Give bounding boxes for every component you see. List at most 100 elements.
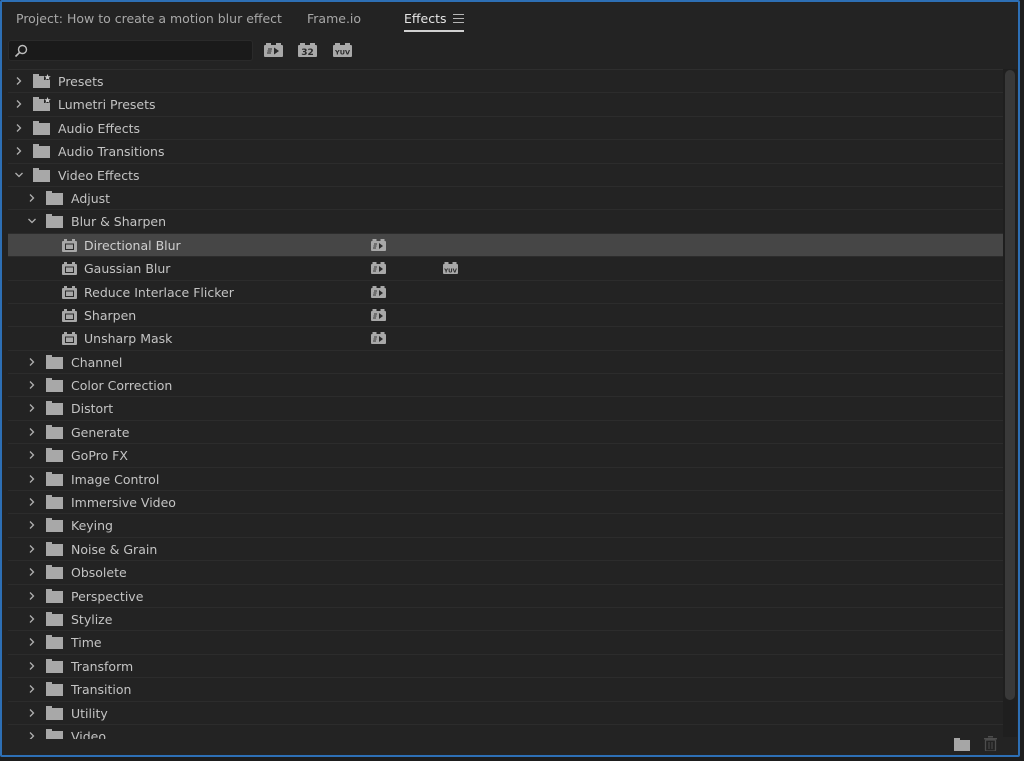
32-bit-icon: 32: [298, 43, 317, 57]
effects-tree: Presets Lumetri Presets Audio Effects Audio…: [8, 69, 1003, 739]
chevron-right-icon[interactable]: [27, 520, 37, 530]
chevron-right-icon[interactable]: [27, 614, 37, 624]
effect-row[interactable]: Directional Blur: [8, 233, 1003, 258]
chevron-right-icon[interactable]: [27, 193, 37, 203]
effect-row[interactable]: Sharpen: [8, 304, 1003, 328]
yuv-effects-filter[interactable]: YUV: [333, 43, 352, 57]
tab-project[interactable]: Project: How to create a motion blur eff…: [16, 11, 282, 26]
folder-row[interactable]: Noise & Grain: [8, 538, 1003, 562]
chevron-right-icon[interactable]: [14, 146, 24, 156]
folder-row[interactable]: Perspective: [8, 585, 1003, 608]
effects-panel: Project: How to create a motion blur eff…: [0, 0, 1020, 757]
chevron-right-icon[interactable]: [27, 450, 37, 460]
chevron-right-icon[interactable]: [14, 99, 24, 109]
folder-icon: [46, 658, 63, 673]
folder-row[interactable]: Immersive Video: [8, 491, 1003, 515]
folder-icon: [46, 705, 63, 720]
effect-row[interactable]: Reduce Interlace Flicker: [8, 281, 1003, 304]
effect-row[interactable]: Gaussian Blur YUV: [8, 257, 1003, 281]
tab-effects[interactable]: Effects: [404, 11, 447, 26]
chevron-right-icon[interactable]: [14, 76, 24, 86]
scrollbar-thumb[interactable]: [1005, 70, 1015, 700]
yuv-icon: YUV: [333, 43, 352, 57]
row-label: Immersive Video: [71, 495, 176, 511]
search-field[interactable]: [8, 40, 253, 62]
folder-icon: [46, 448, 63, 463]
panel-footer: [2, 734, 1018, 755]
chevron-right-icon[interactable]: [27, 380, 37, 390]
chevron-right-icon[interactable]: [27, 567, 37, 577]
folder-icon: [46, 471, 63, 486]
chevron-right-icon[interactable]: [27, 427, 37, 437]
folder-icon: [46, 682, 63, 697]
yuv-badge-text: YUV: [443, 268, 457, 274]
row-label: Perspective: [71, 588, 144, 604]
chevron-right-icon[interactable]: [27, 544, 37, 554]
trash-icon[interactable]: [984, 736, 997, 751]
chevron-right-icon[interactable]: [27, 403, 37, 413]
folder-icon: [46, 378, 63, 393]
chevron-right-icon[interactable]: [27, 684, 37, 694]
chevron-down-icon[interactable]: [27, 216, 37, 226]
folder-row[interactable]: Distort: [8, 397, 1003, 421]
folder-row[interactable]: Time: [8, 631, 1003, 655]
folder-icon: [46, 635, 63, 650]
folder-row[interactable]: Adjust: [8, 187, 1003, 211]
folder-icon: [46, 518, 63, 533]
folder-row[interactable]: Audio Transitions: [8, 140, 1003, 164]
row-label: Transform: [71, 658, 134, 674]
chevron-right-icon[interactable]: [14, 123, 24, 133]
chevron-right-icon[interactable]: [27, 357, 37, 367]
folder-row[interactable]: Lumetri Presets: [8, 93, 1003, 117]
folder-row[interactable]: Image Control: [8, 468, 1003, 492]
folder-row[interactable]: Video Effects: [8, 164, 1003, 187]
row-label: Generate: [71, 424, 130, 440]
folder-icon: [33, 144, 50, 159]
search-input[interactable]: [31, 41, 250, 62]
effect-icon: [62, 238, 77, 252]
folder-row[interactable]: Stylize: [8, 608, 1003, 632]
accelerated-effects-filter[interactable]: [264, 43, 283, 57]
folder-row[interactable]: Presets: [8, 70, 1003, 94]
folder-row[interactable]: Utility: [8, 702, 1003, 725]
chevron-right-icon[interactable]: [27, 708, 37, 718]
tab-frame-io[interactable]: Frame.io: [307, 11, 361, 26]
row-label: Noise & Grain: [71, 541, 158, 557]
folder-row[interactable]: Keying: [8, 514, 1003, 538]
chevron-down-icon[interactable]: [14, 170, 24, 180]
accelerated-badge-icon: [371, 238, 386, 251]
chevron-right-icon[interactable]: [27, 661, 37, 671]
folder-icon: [46, 495, 63, 510]
chevron-right-icon[interactable]: [27, 474, 37, 484]
folder-row[interactable]: Transition: [8, 678, 1003, 702]
row-label: Channel: [71, 354, 123, 370]
folder-icon: [33, 167, 50, 182]
folder-row[interactable]: GoPro FX: [8, 444, 1003, 468]
folder-row[interactable]: Obsolete: [8, 561, 1003, 585]
hamburger-menu-icon[interactable]: [453, 14, 464, 24]
folder-icon: [46, 541, 63, 556]
chevron-right-icon[interactable]: [27, 497, 37, 507]
accelerated-effects-icon: [264, 43, 283, 57]
row-label: Distort: [71, 401, 114, 417]
search-icon: [14, 44, 28, 58]
32-bit-color-filter[interactable]: 32: [298, 43, 317, 57]
folder-row[interactable]: Channel: [8, 351, 1003, 375]
vertical-scrollbar[interactable]: [1003, 69, 1017, 737]
folder-row[interactable]: Color Correction: [8, 374, 1003, 398]
new-custom-bin-icon[interactable]: [954, 738, 970, 751]
accelerated-badge-icon: [371, 262, 386, 275]
effect-icon: [62, 262, 77, 276]
row-label: Sharpen: [84, 307, 137, 323]
folder-row[interactable]: Audio Effects: [8, 117, 1003, 141]
folder-row[interactable]: Generate: [8, 421, 1003, 445]
folder-row[interactable]: Blur & Sharpen: [8, 210, 1003, 234]
row-label: Gaussian Blur: [84, 261, 171, 277]
effect-row[interactable]: Unsharp Mask: [8, 327, 1003, 351]
folder-row[interactable]: Transform: [8, 655, 1003, 679]
row-label: Time: [71, 635, 102, 651]
32-bit-badge-text: 32: [301, 48, 314, 57]
chevron-right-icon[interactable]: [27, 591, 37, 601]
effect-icon: [62, 332, 77, 346]
chevron-right-icon[interactable]: [27, 637, 37, 647]
